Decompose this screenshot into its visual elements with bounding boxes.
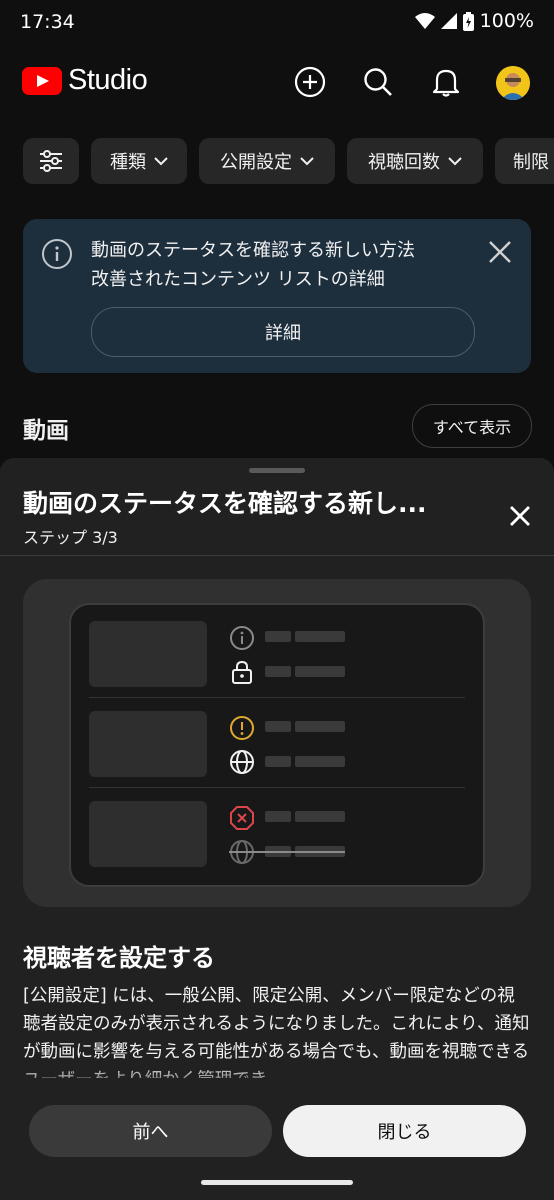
tune-icon <box>40 150 62 172</box>
lock-icon <box>232 660 252 684</box>
filter-row: 種類 公開設定 視聴回数 制限 <box>0 138 554 186</box>
chevron-down-icon <box>448 156 462 165</box>
create-button[interactable] <box>292 64 328 100</box>
app-bar: Studio <box>0 50 554 118</box>
studio-logo[interactable]: Studio <box>22 64 148 97</box>
bell-icon <box>432 69 460 97</box>
chip-visibility[interactable]: 公開設定 <box>199 138 335 184</box>
plus-circle-icon <box>294 66 326 98</box>
chevron-down-icon <box>154 156 168 165</box>
chip-label: 公開設定 <box>220 152 292 173</box>
search-icon <box>364 68 392 96</box>
close-button[interactable]: 閉じる <box>283 1105 526 1157</box>
status-time: 17:34 <box>20 11 75 33</box>
banner-details-button[interactable]: 詳細 <box>91 307 475 357</box>
chip-type[interactable]: 種類 <box>91 138 187 184</box>
banner-line-2: 改善されたコンテンツ リストの詳細 <box>91 269 385 290</box>
signal-icon <box>440 12 457 30</box>
strikethrough-line <box>229 851 345 853</box>
chevron-down-icon <box>300 156 314 165</box>
banner-close-button[interactable] <box>487 239 513 265</box>
wifi-icon <box>414 12 435 30</box>
text-fade-overlay <box>0 1064 554 1094</box>
illustration-thumbnail <box>89 711 207 777</box>
step-heading: 視聴者を設定する <box>23 944 215 972</box>
filter-settings-button[interactable] <box>23 138 79 184</box>
error-icon <box>230 806 254 830</box>
illustration-thumbnail <box>89 801 207 867</box>
illustration <box>23 579 531 907</box>
close-icon <box>489 241 511 263</box>
banner-line-1: 動画のステータスを確認する新しい方法 <box>91 240 415 261</box>
sheet-title: 動画のステータスを確認する新し... <box>23 489 427 518</box>
previous-button[interactable]: 前へ <box>29 1105 272 1157</box>
banner-text: 動画のステータスを確認する新しい方法 改善されたコンテンツ リストの詳細 <box>91 236 461 294</box>
home-indicator[interactable] <box>201 1180 353 1185</box>
notifications-button[interactable] <box>428 64 464 100</box>
illustration-screen <box>69 603 485 887</box>
avatar[interactable] <box>496 66 530 100</box>
info-icon <box>230 626 254 650</box>
chip-label: 制限 <box>513 152 549 173</box>
globe-icon <box>230 750 254 774</box>
sheet-close-button[interactable] <box>506 502 534 530</box>
close-icon <box>510 506 530 526</box>
battery-icon <box>462 11 474 31</box>
divider <box>0 555 554 556</box>
info-banner: 動画のステータスを確認する新しい方法 改善されたコンテンツ リストの詳細 詳細 <box>23 219 531 373</box>
battery-percent: 100% <box>479 10 534 32</box>
chip-label: 種類 <box>110 152 146 173</box>
section-title-videos: 動画 <box>23 418 69 444</box>
bottom-sheet: 動画のステータスを確認する新し... ステップ 3/3 視聴者を設定する [公開… <box>0 458 554 1200</box>
illustration-thumbnail <box>89 621 207 687</box>
warning-icon <box>230 716 254 740</box>
drag-handle[interactable] <box>249 468 305 473</box>
youtube-play-icon <box>22 66 62 95</box>
info-icon <box>41 238 73 270</box>
show-all-button[interactable]: すべて表示 <box>412 404 532 448</box>
chip-restrictions[interactable]: 制限 <box>495 138 554 184</box>
logo-text: Studio <box>68 64 148 96</box>
status-icons: 100% <box>414 10 534 32</box>
search-button[interactable] <box>360 64 396 100</box>
chip-views[interactable]: 視聴回数 <box>347 138 483 184</box>
chip-label: 視聴回数 <box>368 152 440 173</box>
step-indicator: ステップ 3/3 <box>23 528 118 547</box>
status-bar: 17:34 100% <box>0 0 554 46</box>
